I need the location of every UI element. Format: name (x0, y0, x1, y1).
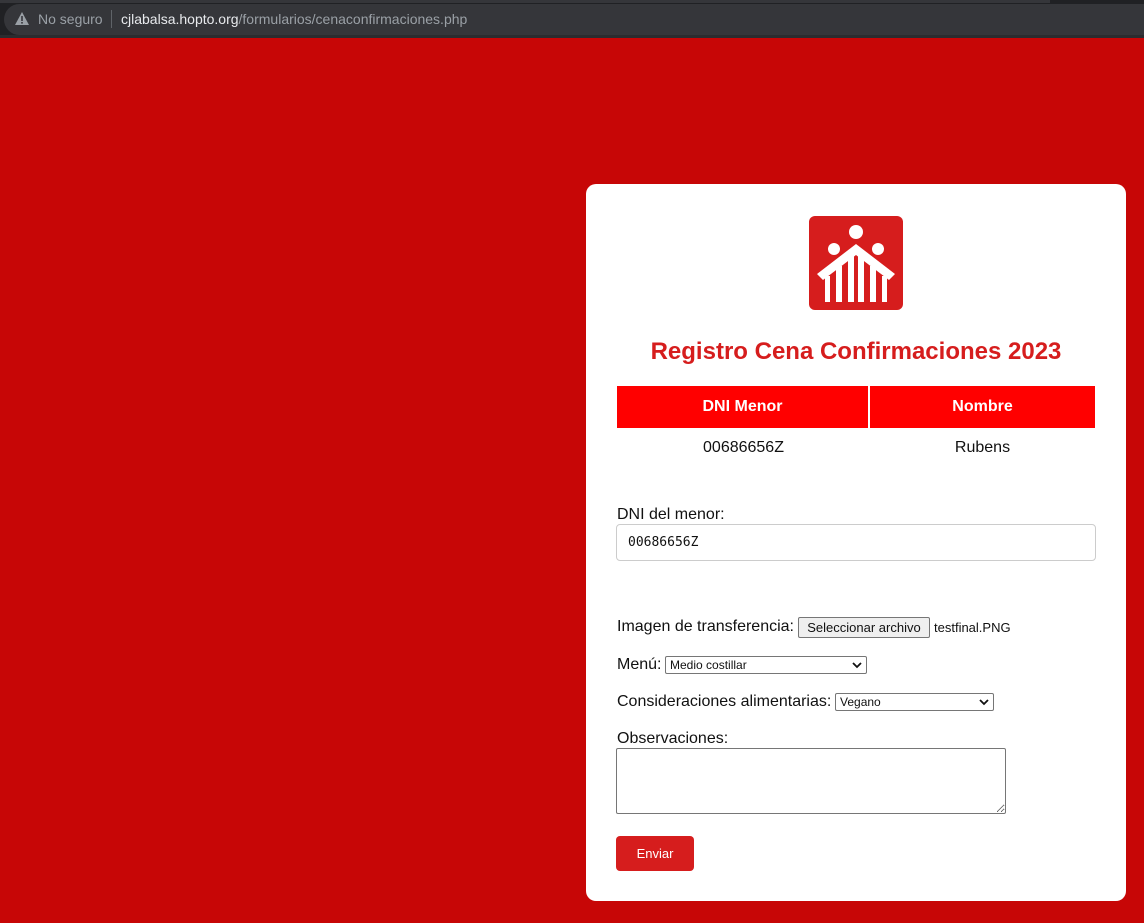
url-host: cjlabalsa.hopto.org (121, 11, 239, 27)
choose-file-button[interactable]: Seleccionar archivo (798, 617, 930, 638)
image-label: Imagen de transferencia: (617, 618, 794, 635)
dni-input[interactable] (616, 524, 1096, 561)
menu-label: Menú: (617, 656, 662, 673)
omnibox-separator (111, 10, 112, 28)
logo (809, 216, 903, 310)
url-path: /formularios/cenaconfirmaciones.php (238, 11, 468, 27)
diet-select-value: Vegano (840, 695, 881, 709)
selected-file-name: testfinal.PNG (934, 620, 1011, 635)
menu-select[interactable]: Medio costillar (665, 656, 867, 674)
column-header-dni: DNI Menor (617, 386, 870, 428)
registration-table: DNI Menor Nombre 00686656Z Rubens (617, 386, 1095, 468)
browser-address-bar: No seguro cjlabalsa.hopto.org/formulario… (0, 0, 1144, 38)
security-label[interactable]: No seguro (38, 11, 103, 27)
dni-label: DNI del menor: (617, 506, 725, 523)
cell-nombre: Rubens (954, 439, 1011, 456)
chevron-down-icon (979, 699, 989, 706)
cell-dni: 00686656Z (703, 439, 784, 456)
notes-label: Observaciones: (617, 730, 729, 747)
url-text[interactable]: cjlabalsa.hopto.org/formularios/cenaconf… (121, 11, 467, 27)
table-header-row: DNI Menor Nombre (617, 386, 1095, 428)
diet-select[interactable]: Vegano (835, 693, 994, 711)
diet-label: Consideraciones alimentarias: (617, 693, 832, 710)
warning-icon[interactable] (15, 12, 29, 25)
chevron-down-icon (852, 662, 862, 669)
tab-strip-edge (0, 0, 1050, 3)
submit-button[interactable]: Enviar (616, 836, 694, 871)
menu-select-value: Medio costillar (670, 658, 747, 672)
column-header-nombre: Nombre (870, 386, 1095, 428)
form-card: Registro Cena Confirmaciones 2023 DNI Me… (586, 184, 1126, 901)
table-row: 00686656Z Rubens (617, 428, 1095, 468)
notes-textarea[interactable] (616, 748, 1006, 814)
toolbar-divider (0, 35, 1144, 38)
form-title: Registro Cena Confirmaciones 2023 (650, 338, 1062, 365)
